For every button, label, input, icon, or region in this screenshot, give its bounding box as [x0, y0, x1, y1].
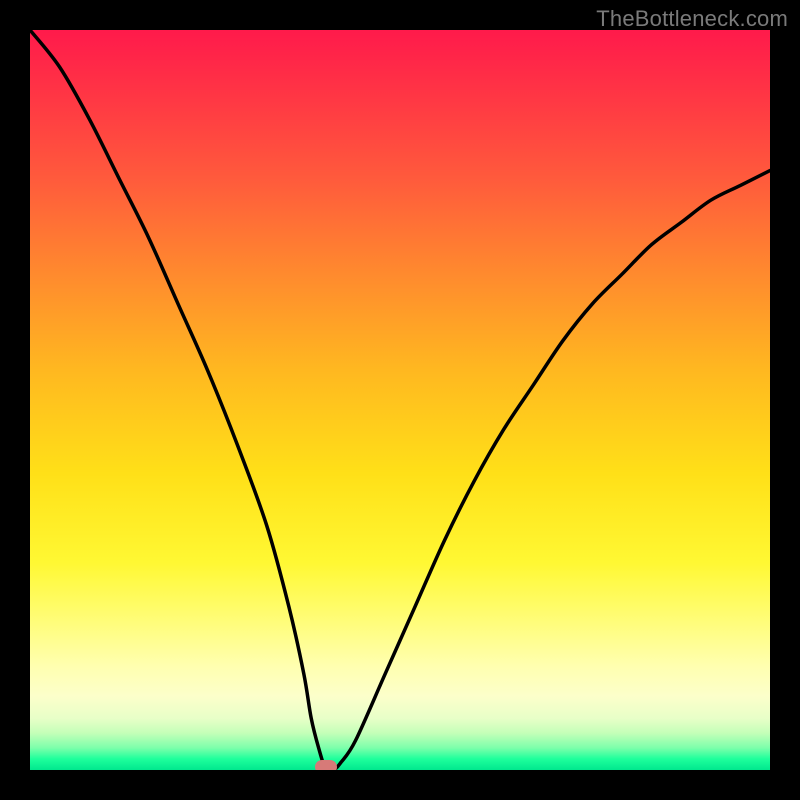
curve-svg: [30, 30, 770, 770]
optimal-marker: [315, 760, 337, 770]
watermark-label: TheBottleneck.com: [596, 6, 788, 32]
bottleneck-curve: [30, 30, 770, 770]
bottleneck-plot: [30, 30, 770, 770]
